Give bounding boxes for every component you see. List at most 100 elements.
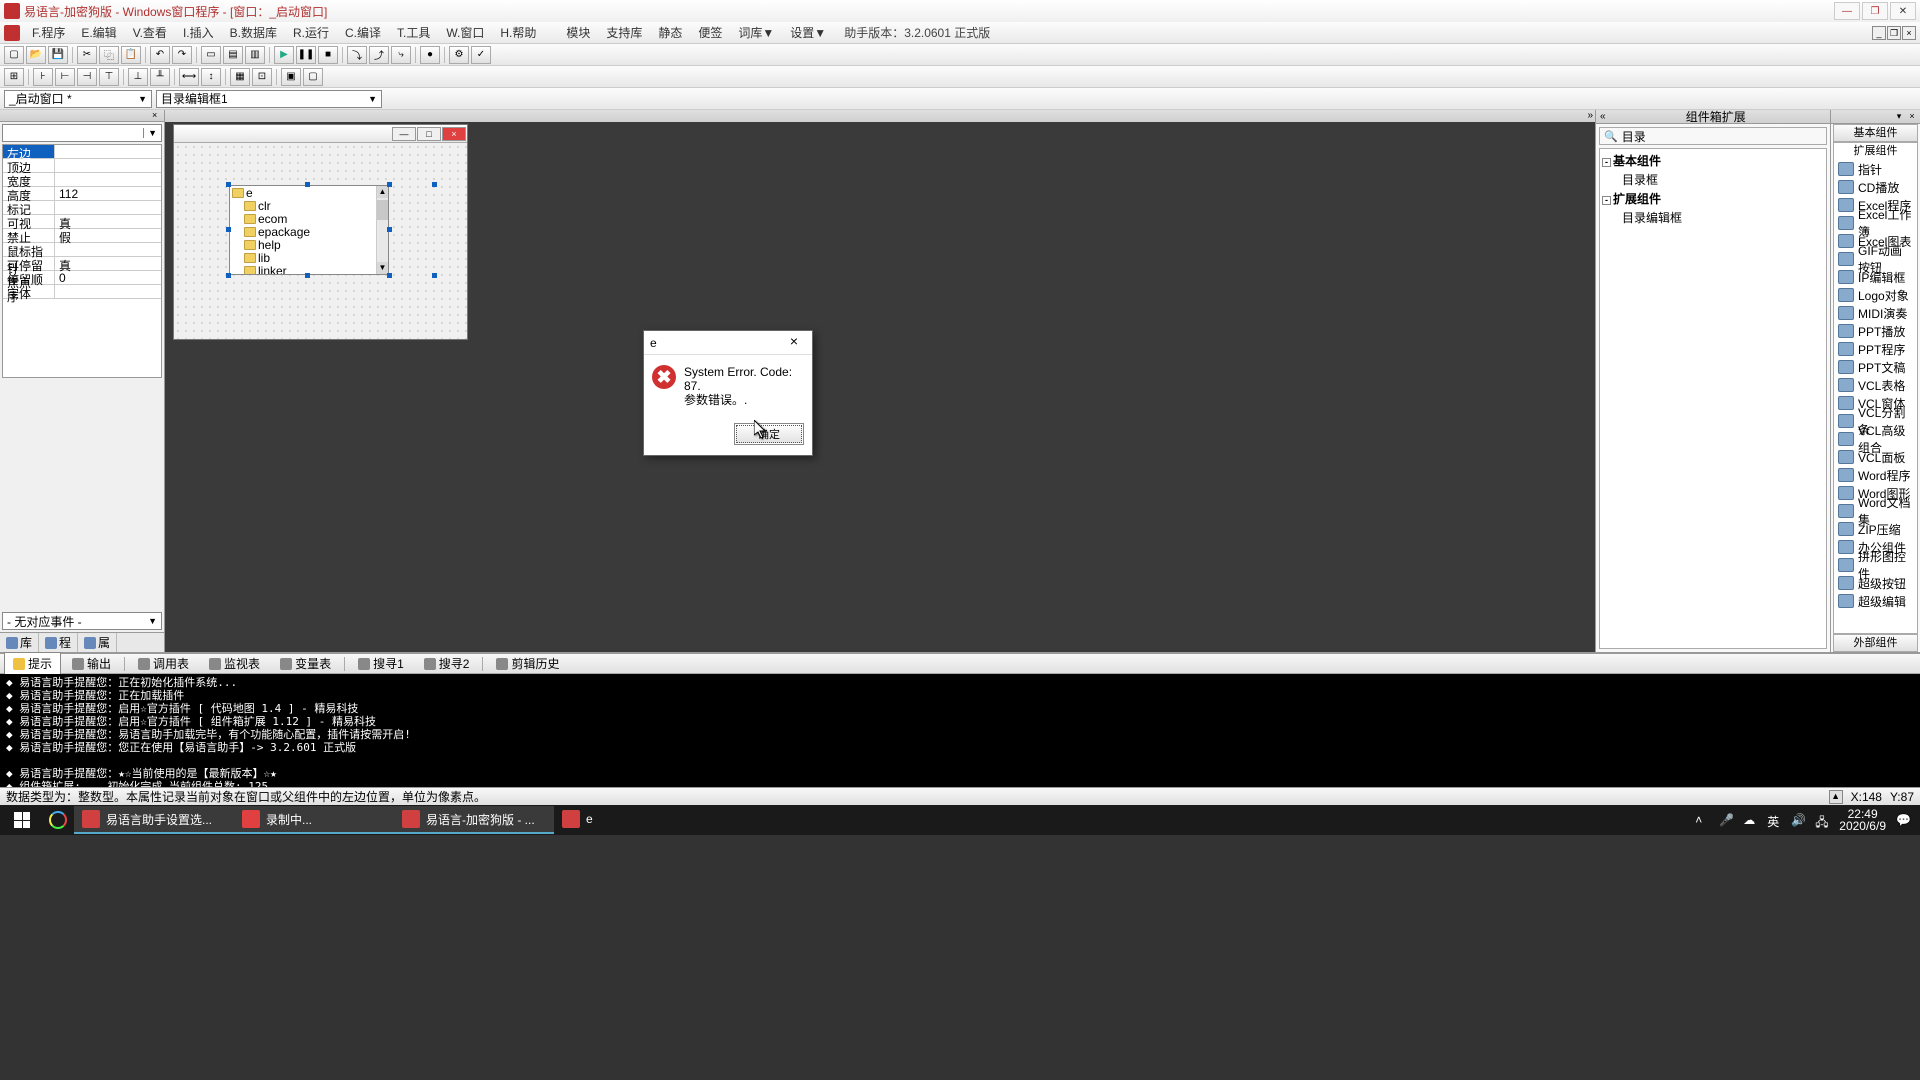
- ime-icon[interactable]: 英: [1767, 813, 1781, 827]
- resize-handle[interactable]: [432, 182, 437, 187]
- directory-tree-control[interactable]: eclrecomepackagehelpliblinker ▲ ▼: [229, 185, 389, 275]
- network-icon[interactable]: 🖧: [1815, 813, 1829, 827]
- property-row[interactable]: 鼠标指针: [3, 243, 161, 257]
- palette-item[interactable]: 超级按钮: [1834, 574, 1917, 592]
- menu-edit[interactable]: E.编辑: [73, 22, 124, 43]
- tab-properties[interactable]: 属: [78, 633, 117, 652]
- resize-handle[interactable]: [226, 227, 231, 232]
- output-content[interactable]: ◆ 易语言助手提醒您：正在初始化插件系统... ◆ 易语言助手提醒您：正在加载插…: [0, 674, 1920, 787]
- property-row[interactable]: 高度112: [3, 187, 161, 201]
- property-row[interactable]: 左边: [3, 145, 161, 159]
- property-value[interactable]: 112: [55, 187, 161, 200]
- menu-run[interactable]: R.运行: [285, 22, 337, 43]
- palette-item[interactable]: Excel工作簿: [1834, 214, 1917, 232]
- scroll-thumb[interactable]: [377, 200, 388, 220]
- dialog-close-button[interactable]: ×: [782, 333, 806, 353]
- taskbar-item[interactable]: 易语言-加密狗版 - ...: [394, 806, 554, 834]
- property-row[interactable]: 宽度: [3, 173, 161, 187]
- palette-item[interactable]: VCL高级组合: [1834, 430, 1917, 448]
- window-selector-combo[interactable]: _启动窗口 * ▼: [4, 90, 152, 108]
- align-left[interactable]: ⊦: [33, 68, 53, 86]
- property-value[interactable]: [55, 173, 161, 186]
- tool-undo[interactable]: ↶: [150, 46, 170, 64]
- scroll-up-button[interactable]: ▲: [377, 186, 388, 198]
- resize-handle[interactable]: [305, 273, 310, 278]
- tool-copy[interactable]: ⿻: [99, 46, 119, 64]
- tree-child[interactable]: 目录编辑框: [1602, 208, 1824, 227]
- palette-item[interactable]: 超级编辑: [1834, 592, 1917, 610]
- mdi-restore-button[interactable]: ❐: [1887, 26, 1901, 40]
- tab-search2[interactable]: 搜寻2: [415, 652, 479, 675]
- space-h[interactable]: ⟷: [179, 68, 199, 86]
- tray-up-icon[interactable]: ˄: [1695, 813, 1709, 827]
- property-value[interactable]: [55, 243, 161, 256]
- property-row[interactable]: 可视真: [3, 215, 161, 229]
- property-value[interactable]: [55, 285, 161, 298]
- tool-redo[interactable]: ↷: [172, 46, 192, 64]
- taskbar-item[interactable]: 易语言助手设置选...: [74, 806, 234, 834]
- form-maximize-button[interactable]: □: [417, 127, 441, 141]
- menu-view[interactable]: V.查看: [125, 22, 175, 43]
- property-value[interactable]: 0: [55, 271, 161, 284]
- start-button[interactable]: [2, 806, 42, 834]
- tab-program[interactable]: 程: [39, 633, 78, 652]
- form-designer-window[interactable]: — □ × eclrecomepackagehelpliblinker ▲ ▼: [173, 124, 468, 340]
- tab-vars[interactable]: 变量表: [271, 652, 340, 675]
- palette-item[interactable]: IP编辑框: [1834, 268, 1917, 286]
- tree-root[interactable]: -扩展组件: [1602, 189, 1824, 208]
- property-row[interactable]: 字体: [3, 285, 161, 299]
- palette-tab-external[interactable]: 外部组件: [1833, 634, 1918, 652]
- menu-database[interactable]: B.数据库: [222, 22, 285, 43]
- tree-item[interactable]: e: [230, 186, 388, 199]
- component-selector-combo[interactable]: 目录编辑框1 ▼: [156, 90, 382, 108]
- resize-handle[interactable]: [226, 273, 231, 278]
- palette-item[interactable]: PPT程序: [1834, 340, 1917, 358]
- collapse-button[interactable]: »: [1587, 110, 1593, 121]
- panel-close-button[interactable]: ×: [152, 110, 162, 120]
- tab-search1[interactable]: 搜寻1: [349, 652, 413, 675]
- resize-handle[interactable]: [226, 182, 231, 187]
- menu-tools[interactable]: T.工具: [389, 22, 438, 43]
- tab-hint[interactable]: 提示: [4, 652, 61, 675]
- palette-item[interactable]: Word文档集: [1834, 502, 1917, 520]
- search-input[interactable]: 🔍 目录: [1599, 127, 1827, 145]
- palette-item[interactable]: PPT文稿: [1834, 358, 1917, 376]
- palette-item[interactable]: VCL面板: [1834, 448, 1917, 466]
- tree-item[interactable]: clr: [230, 199, 388, 212]
- form-designer-canvas[interactable]: » — □ × eclrecomepackagehelpliblinker ▲ …: [165, 110, 1595, 652]
- palette-item[interactable]: VCL表格: [1834, 376, 1917, 394]
- tool-compile-btn[interactable]: ⚙: [449, 46, 469, 64]
- tree-root[interactable]: -基本组件: [1602, 151, 1824, 170]
- property-value[interactable]: [55, 145, 161, 158]
- tree-item[interactable]: epackage: [230, 225, 388, 238]
- property-row[interactable]: 可停留焦点真: [3, 257, 161, 271]
- palette-tab-extended[interactable]: 扩展组件: [1833, 142, 1918, 160]
- tree-item[interactable]: help: [230, 238, 388, 251]
- tool-run[interactable]: ▶: [274, 46, 294, 64]
- mic-icon[interactable]: 🎤: [1719, 813, 1733, 827]
- resize-handle[interactable]: [387, 182, 392, 187]
- tab-watch[interactable]: 监视表: [200, 652, 269, 675]
- align-top[interactable]: ⊤: [99, 68, 119, 86]
- palette-list[interactable]: 指针CD播放Excel程序Excel工作簿Excel图表GIF动画按钮IP编辑框…: [1833, 160, 1918, 634]
- palette-item[interactable]: Word程序: [1834, 466, 1917, 484]
- mdi-minimize-button[interactable]: _: [1872, 26, 1886, 40]
- palette-item[interactable]: 拼形图控件: [1834, 556, 1917, 574]
- cloud-icon[interactable]: ☁: [1743, 813, 1757, 827]
- event-combo[interactable]: - 无对应事件 - ▼: [2, 612, 162, 630]
- resize-handle[interactable]: [387, 227, 392, 232]
- align-grid[interactable]: ⊞: [4, 68, 24, 86]
- minimize-button[interactable]: —: [1834, 2, 1860, 20]
- align-bottom[interactable]: ╨: [150, 68, 170, 86]
- property-value[interactable]: 真: [55, 257, 161, 270]
- menu-note[interactable]: 便签: [690, 22, 730, 43]
- palette-item[interactable]: MIDI演奏: [1834, 304, 1917, 322]
- palette-tab-basic[interactable]: 基本组件: [1833, 124, 1918, 142]
- tool-window[interactable]: ▥: [245, 46, 265, 64]
- menu-program[interactable]: F.程序: [24, 22, 73, 43]
- tab-callstack[interactable]: 调用表: [129, 652, 198, 675]
- menu-support[interactable]: 支持库: [598, 22, 650, 43]
- center-form[interactable]: ⊡: [252, 68, 272, 86]
- menu-dict[interactable]: 词库▼: [730, 22, 782, 43]
- tab-output[interactable]: 输出: [63, 652, 120, 675]
